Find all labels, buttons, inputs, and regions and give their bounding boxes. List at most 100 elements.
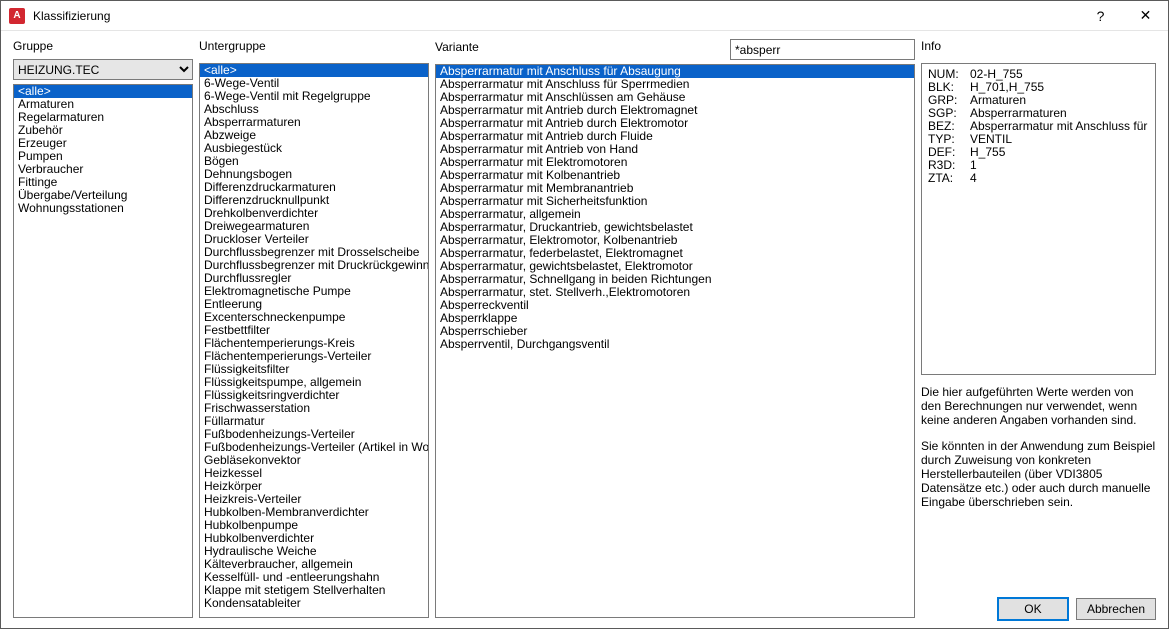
list-item[interactable]: 6-Wege-Ventil mit Regelgruppe [200, 90, 428, 103]
list-item[interactable]: Flüssigkeitsfilter [200, 363, 428, 376]
list-item[interactable]: Kondensatableiter [200, 597, 428, 610]
list-item[interactable]: Dehnungsbogen [200, 168, 428, 181]
list-item[interactable]: Absperrarmatur mit Sicherheitsfunktion [436, 195, 914, 208]
info-text: Die hier aufgeführten Werte werden von d… [921, 385, 1156, 521]
list-item[interactable]: Durchflussbegrenzer mit Drosselscheibe [200, 246, 428, 259]
list-item[interactable]: Armaturen [14, 98, 192, 111]
info-value: Absperrarmaturen [970, 107, 1149, 120]
list-item[interactable]: Flächentemperierungs-Kreis [200, 337, 428, 350]
list-item[interactable]: Hubkolben-Membranverdichter [200, 506, 428, 519]
list-item[interactable]: Absperrarmatur mit Antrieb durch Elektro… [436, 117, 914, 130]
list-item[interactable]: <alle> [14, 85, 192, 98]
help-button[interactable]: ? [1078, 1, 1123, 31]
info-row: BLK:H_701,H_755 [928, 81, 1149, 94]
list-item[interactable]: Erzeuger [14, 137, 192, 150]
search-input[interactable] [730, 39, 915, 60]
list-item[interactable]: Füllarmatur [200, 415, 428, 428]
list-item[interactable]: Hubkolbenpumpe [200, 519, 428, 532]
list-item[interactable]: Absperrarmatur, Schnellgang in beiden Ri… [436, 273, 914, 286]
list-item[interactable]: Absperrarmatur mit Anschluss für Absaugu… [436, 65, 914, 78]
info-key: ZTA: [928, 172, 970, 185]
dialog-footer: OK Abbrechen [998, 598, 1156, 620]
list-item[interactable]: Absperrschieber [436, 325, 914, 338]
list-item[interactable]: Excenterschneckenpumpe [200, 311, 428, 324]
list-item[interactable]: Wohnungsstationen [14, 202, 192, 215]
list-item[interactable]: Abzweige [200, 129, 428, 142]
list-item[interactable]: Übergabe/Verteilung [14, 189, 192, 202]
info-value: 1 [970, 159, 1149, 172]
list-item[interactable]: Festbettfilter [200, 324, 428, 337]
list-item[interactable]: Heizkörper [200, 480, 428, 493]
gruppe-list[interactable]: <alle>ArmaturenRegelarmaturenZubehörErze… [13, 84, 193, 618]
info-key: BLK: [928, 81, 970, 94]
list-item[interactable]: Abschluss [200, 103, 428, 116]
info-row: ZTA:4 [928, 172, 1149, 185]
list-item[interactable]: Bögen [200, 155, 428, 168]
list-item[interactable]: Frischwasserstation [200, 402, 428, 415]
list-item[interactable]: Absperrarmatur, Elektromotor, Kolbenantr… [436, 234, 914, 247]
info-para-2: Sie könnten in der Anwendung zum Beispie… [921, 439, 1156, 509]
list-item[interactable]: Absperrarmatur, Druckantrieb, gewichtsbe… [436, 221, 914, 234]
info-key: TYP: [928, 133, 970, 146]
list-item[interactable]: Absperrarmatur, federbelastet, Elektroma… [436, 247, 914, 260]
list-item[interactable]: Elektromagnetische Pumpe [200, 285, 428, 298]
list-item[interactable]: Absperrarmatur, gewichtsbelastet, Elektr… [436, 260, 914, 273]
list-item[interactable]: Pumpen [14, 150, 192, 163]
list-item[interactable]: Hydraulische Weiche [200, 545, 428, 558]
list-item[interactable]: Absperrarmatur mit Antrieb durch Fluide [436, 130, 914, 143]
ok-button[interactable]: OK [998, 598, 1068, 620]
list-item[interactable]: Absperrarmatur mit Kolbenantrieb [436, 169, 914, 182]
list-item[interactable]: Drehkolbenverdichter [200, 207, 428, 220]
list-item[interactable]: Ausbiegestück [200, 142, 428, 155]
info-row: BEZ:Absperrarmatur mit Anschluss für Abs… [928, 120, 1149, 133]
list-item[interactable]: Durchflussregler [200, 272, 428, 285]
list-item[interactable]: Absperrarmatur mit Antrieb durch Elektro… [436, 104, 914, 117]
list-item[interactable]: <alle> [200, 64, 428, 77]
column-info: Info NUM:02-H_755BLK:H_701,H_755GRP:Arma… [921, 39, 1156, 618]
list-item[interactable]: Kälteverbraucher, allgemein [200, 558, 428, 571]
info-row: GRP:Armaturen [928, 94, 1149, 107]
close-button[interactable]: ✕ [1123, 1, 1168, 31]
list-item[interactable]: Absperreckventil [436, 299, 914, 312]
variante-list[interactable]: Absperrarmatur mit Anschluss für Absaugu… [435, 64, 915, 618]
list-item[interactable]: Heizkreis-Verteiler [200, 493, 428, 506]
list-item[interactable]: Fußbodenheizungs-Verteiler [200, 428, 428, 441]
list-item[interactable]: Durchflussbegrenzer mit Druckrückgewinnu… [200, 259, 428, 272]
list-item[interactable]: Absperrarmatur mit Membranantrieb [436, 182, 914, 195]
list-item[interactable]: Absperrventil, Durchgangsventil [436, 338, 914, 351]
list-item[interactable]: Differenzdrucknullpunkt [200, 194, 428, 207]
list-item[interactable]: Differenzdruckarmaturen [200, 181, 428, 194]
list-item[interactable]: Absperrarmatur mit Anschluss für Sperrme… [436, 78, 914, 91]
list-item[interactable]: Zubehör [14, 124, 192, 137]
list-item[interactable]: 6-Wege-Ventil [200, 77, 428, 90]
list-item[interactable]: Flächentemperierungs-Verteiler [200, 350, 428, 363]
list-item[interactable]: Absperrarmatur, allgemein [436, 208, 914, 221]
list-item[interactable]: Verbraucher [14, 163, 192, 176]
cancel-button[interactable]: Abbrechen [1076, 598, 1156, 620]
info-value: Armaturen [970, 94, 1149, 107]
gruppe-combo[interactable]: HEIZUNG.TEC [13, 59, 193, 80]
titlebar: A Klassifizierung ? ✕ [1, 1, 1168, 31]
list-item[interactable]: Regelarmaturen [14, 111, 192, 124]
list-item[interactable]: Entleerung [200, 298, 428, 311]
list-item[interactable]: Fittinge [14, 176, 192, 189]
untergruppe-list[interactable]: <alle>6-Wege-Ventil6-Wege-Ventil mit Reg… [199, 63, 429, 618]
list-item[interactable]: Hubkolbenverdichter [200, 532, 428, 545]
list-item[interactable]: Fußbodenheizungs-Verteiler (Artikel in W… [200, 441, 428, 454]
list-item[interactable]: Dreiwegearmaturen [200, 220, 428, 233]
list-item[interactable]: Gebläsekonvektor [200, 454, 428, 467]
list-item[interactable]: Absperrklappe [436, 312, 914, 325]
list-item[interactable]: Druckloser Verteiler [200, 233, 428, 246]
label-untergruppe: Untergruppe [199, 39, 429, 53]
list-item[interactable]: Kesselfüll- und -entleerungshahn [200, 571, 428, 584]
info-key: DEF: [928, 146, 970, 159]
list-item[interactable]: Klappe mit stetigem Stellverhalten [200, 584, 428, 597]
list-item[interactable]: Heizkessel [200, 467, 428, 480]
list-item[interactable]: Absperrarmatur mit Antrieb von Hand [436, 143, 914, 156]
list-item[interactable]: Absperrarmaturen [200, 116, 428, 129]
list-item[interactable]: Flüssigkeitsringverdichter [200, 389, 428, 402]
list-item[interactable]: Absperrarmatur mit Anschlüssen am Gehäus… [436, 91, 914, 104]
list-item[interactable]: Flüssigkeitspumpe, allgemein [200, 376, 428, 389]
list-item[interactable]: Absperrarmatur mit Elektromotoren [436, 156, 914, 169]
list-item[interactable]: Absperrarmatur, stet. Stellverh.,Elektro… [436, 286, 914, 299]
